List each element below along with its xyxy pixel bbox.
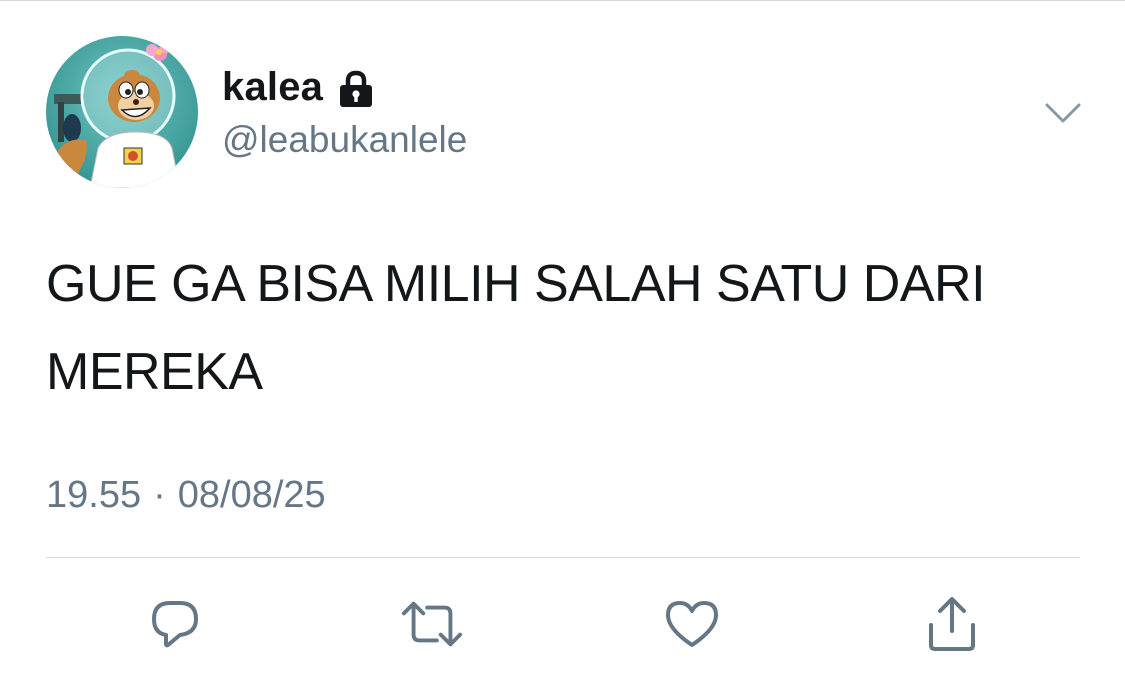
tweet-card: kalea @leabukanlele GUE GA BISA MILIH SA… bbox=[0, 0, 1125, 688]
tweet-time: 19.55 bbox=[46, 474, 142, 516]
tweet-text: GUE GA BISA MILIH SALAH SATU DARI MEREKA bbox=[46, 255, 986, 401]
divider bbox=[46, 557, 1080, 558]
avatar-image bbox=[46, 36, 198, 188]
tweet-date: 08/08/25 bbox=[177, 474, 326, 516]
reply-button[interactable] bbox=[143, 592, 207, 656]
heart-icon bbox=[666, 601, 718, 647]
retweet-icon bbox=[401, 601, 463, 647]
name-row: kalea bbox=[222, 64, 377, 110]
tweet-timestamp[interactable]: 19.55 · 08/08/25 bbox=[46, 470, 326, 520]
avatar[interactable] bbox=[46, 36, 198, 188]
action-bar bbox=[0, 592, 1125, 656]
meta-separator: · bbox=[153, 474, 166, 516]
share-button[interactable] bbox=[920, 592, 984, 656]
display-name[interactable]: kalea bbox=[222, 64, 323, 110]
user-handle[interactable]: @leabukanlele bbox=[222, 118, 467, 162]
like-button[interactable] bbox=[660, 592, 724, 656]
chevron-down-icon[interactable] bbox=[1044, 98, 1082, 128]
retweet-button[interactable] bbox=[400, 592, 464, 656]
lock-icon bbox=[335, 68, 377, 110]
reply-icon bbox=[152, 601, 198, 648]
share-icon bbox=[929, 597, 975, 651]
